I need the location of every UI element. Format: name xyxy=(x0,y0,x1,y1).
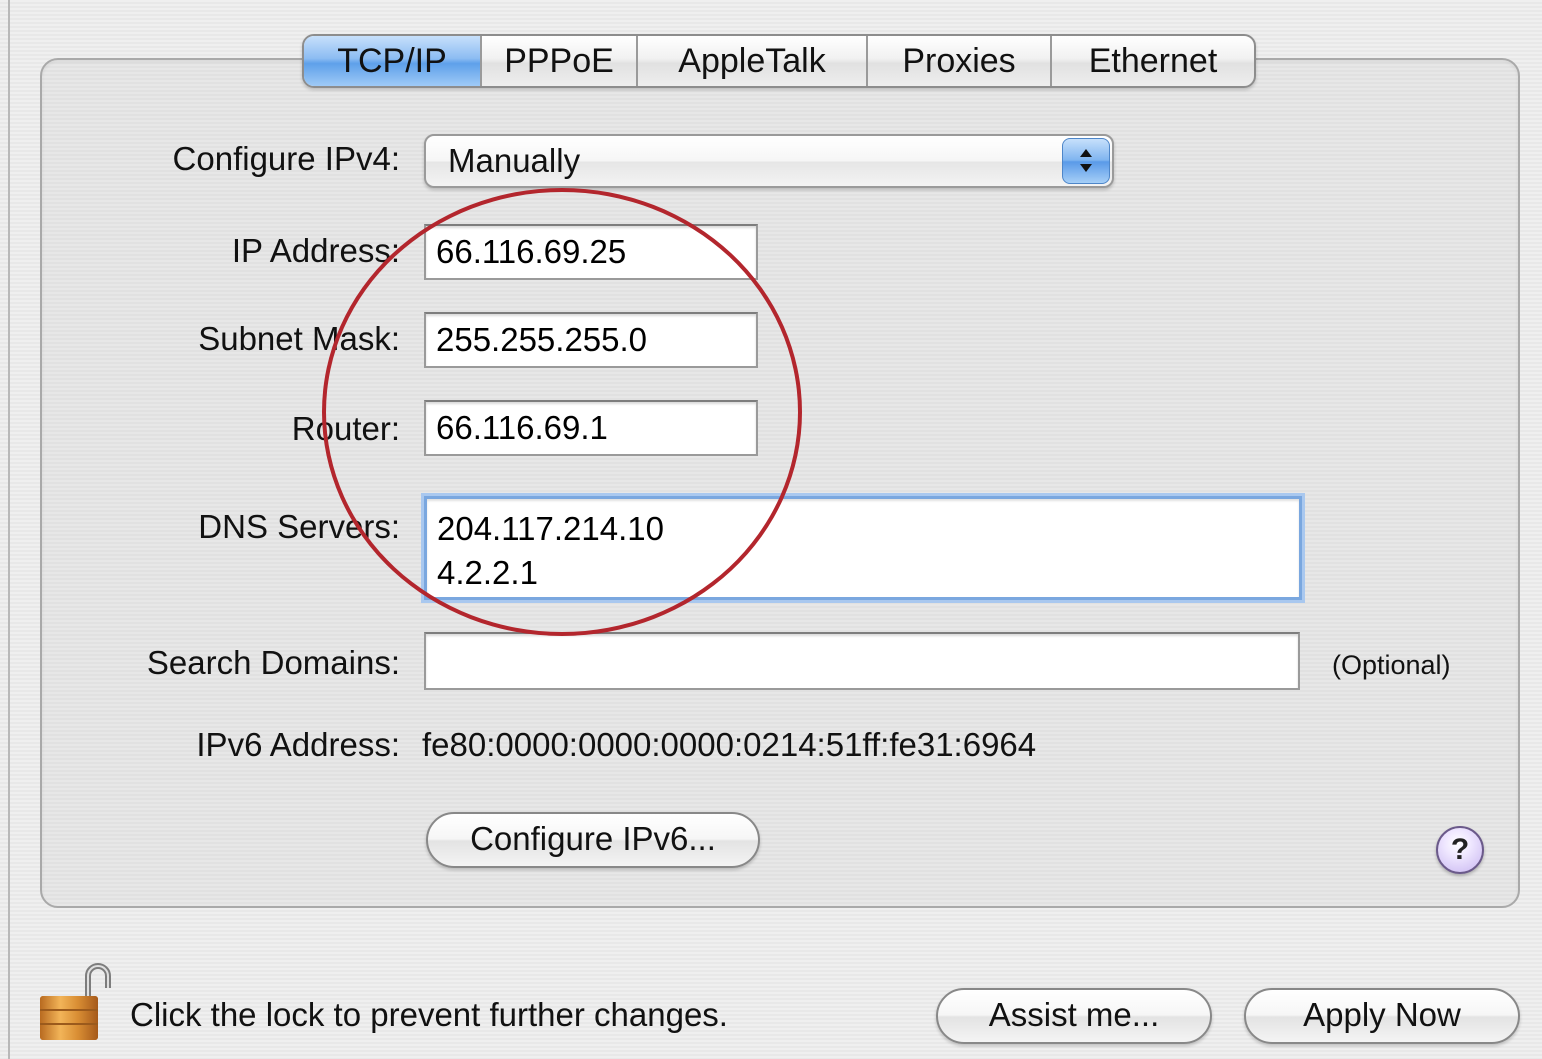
tab-bar: TCP/IP PPPoE AppleTalk Proxies Ethernet xyxy=(302,34,1256,88)
ip-address-field[interactable]: 66.116.69.25 xyxy=(424,224,758,280)
lock-icon[interactable] xyxy=(38,962,122,1042)
ip-address-label: IP Address: xyxy=(231,232,400,269)
tab-ethernet[interactable]: Ethernet xyxy=(1052,36,1254,86)
tab-proxies[interactable]: Proxies xyxy=(868,36,1052,86)
subnet-mask-label: Subnet Mask: xyxy=(198,320,400,357)
configure-ipv4-label: Configure IPv4: xyxy=(172,140,400,177)
configure-ipv6-button[interactable]: Configure IPv6... xyxy=(426,812,760,868)
tab-tcpip[interactable]: TCP/IP xyxy=(304,36,482,86)
router-field[interactable]: 66.116.69.1 xyxy=(424,400,758,456)
popup-arrows-icon xyxy=(1062,138,1110,184)
configure-ipv4-value: Manually xyxy=(448,142,581,179)
configure-ipv4-popup[interactable]: Manually xyxy=(424,134,1114,188)
router-label: Router: xyxy=(291,410,400,447)
search-domains-label: Search Domains: xyxy=(146,644,400,681)
apply-now-button[interactable]: Apply Now xyxy=(1244,988,1520,1044)
search-domains-field[interactable] xyxy=(424,632,1300,690)
ipv6-address-label: IPv6 Address: xyxy=(196,726,400,763)
help-button[interactable]: ? xyxy=(1436,826,1484,874)
subnet-mask-field[interactable]: 255.255.255.0 xyxy=(424,312,758,368)
dns-servers-label: DNS Servers: xyxy=(198,508,400,545)
dns-servers-field[interactable]: 204.117.214.10 4.2.2.1 xyxy=(424,496,1302,600)
lock-message: Click the lock to prevent further change… xyxy=(130,996,728,1033)
assist-me-button[interactable]: Assist me... xyxy=(936,988,1212,1044)
tab-appletalk[interactable]: AppleTalk xyxy=(638,36,868,86)
ipv6-address-value: fe80:0000:0000:0000:0214:51ff:fe31:6964 xyxy=(422,726,1037,763)
tab-pppoe[interactable]: PPPoE xyxy=(482,36,638,86)
optional-hint: (Optional) xyxy=(1332,650,1451,680)
